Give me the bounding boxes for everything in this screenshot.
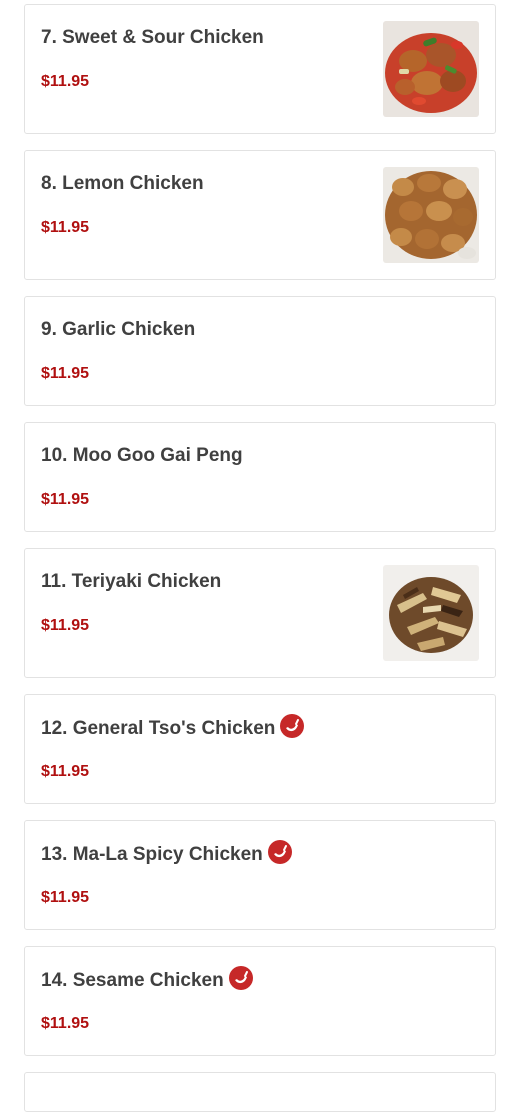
menu-item-price: $11.95 (41, 889, 90, 906)
menu-item-card[interactable]: 13. Ma-La Spicy Chicken $11.95 (24, 820, 496, 930)
menu-item-card[interactable]: 9. Garlic Chicken $11.95 (24, 296, 496, 406)
menu-item-name: 7. Sweet & Sour Chicken (41, 27, 264, 48)
menu-item-card[interactable]: 8. Lemon Chicken $11.95 (24, 150, 496, 280)
chili-pepper-icon (267, 840, 292, 864)
menu-item-name: 13. Ma-La Spicy Chicken (41, 844, 263, 865)
menu-item-price: $11.95 (41, 219, 90, 236)
menu-item-price: $11.95 (41, 491, 90, 508)
menu-item-name: 9. Garlic Chicken (41, 319, 196, 340)
menu-item-price: $11.95 (41, 763, 90, 780)
menu-item-card[interactable]: 11. Teriyaki Chicken $11.95 (24, 548, 496, 678)
menu-item-name: 10. Moo Goo Gai Peng (41, 445, 243, 466)
menu-item-price: $11.95 (41, 1015, 90, 1032)
chili-pepper-icon (228, 966, 253, 990)
menu-item-card[interactable]: 10. Moo Goo Gai Peng $11.95 (24, 422, 496, 532)
menu-item-card-partial[interactable] (24, 1072, 496, 1112)
menu-item-price: $11.95 (41, 365, 90, 382)
menu-item-price: $11.95 (41, 617, 90, 634)
sweet-sour-chicken-photo[interactable] (383, 21, 479, 117)
teriyaki-chicken-photo[interactable] (383, 565, 479, 661)
menu-item-card[interactable]: 12. General Tso's Chicken $11.95 (24, 694, 496, 804)
lemon-chicken-photo[interactable] (383, 167, 479, 263)
menu-item-name: 12. General Tso's Chicken (41, 718, 276, 739)
menu-item-price: $11.95 (41, 73, 90, 90)
menu-item-card[interactable]: 14. Sesame Chicken $11.95 (24, 946, 496, 1056)
chili-pepper-icon (280, 714, 305, 738)
menu-item-name: 8. Lemon Chicken (41, 173, 204, 194)
menu-item-name: 14. Sesame Chicken (41, 970, 224, 991)
menu-item-list: 7. Sweet & Sour Chicken $11.95 8. Lemon … (24, 4, 496, 1112)
menu-item-name: 11. Teriyaki Chicken (41, 571, 222, 592)
menu-item-card[interactable]: 7. Sweet & Sour Chicken $11.95 (24, 4, 496, 134)
